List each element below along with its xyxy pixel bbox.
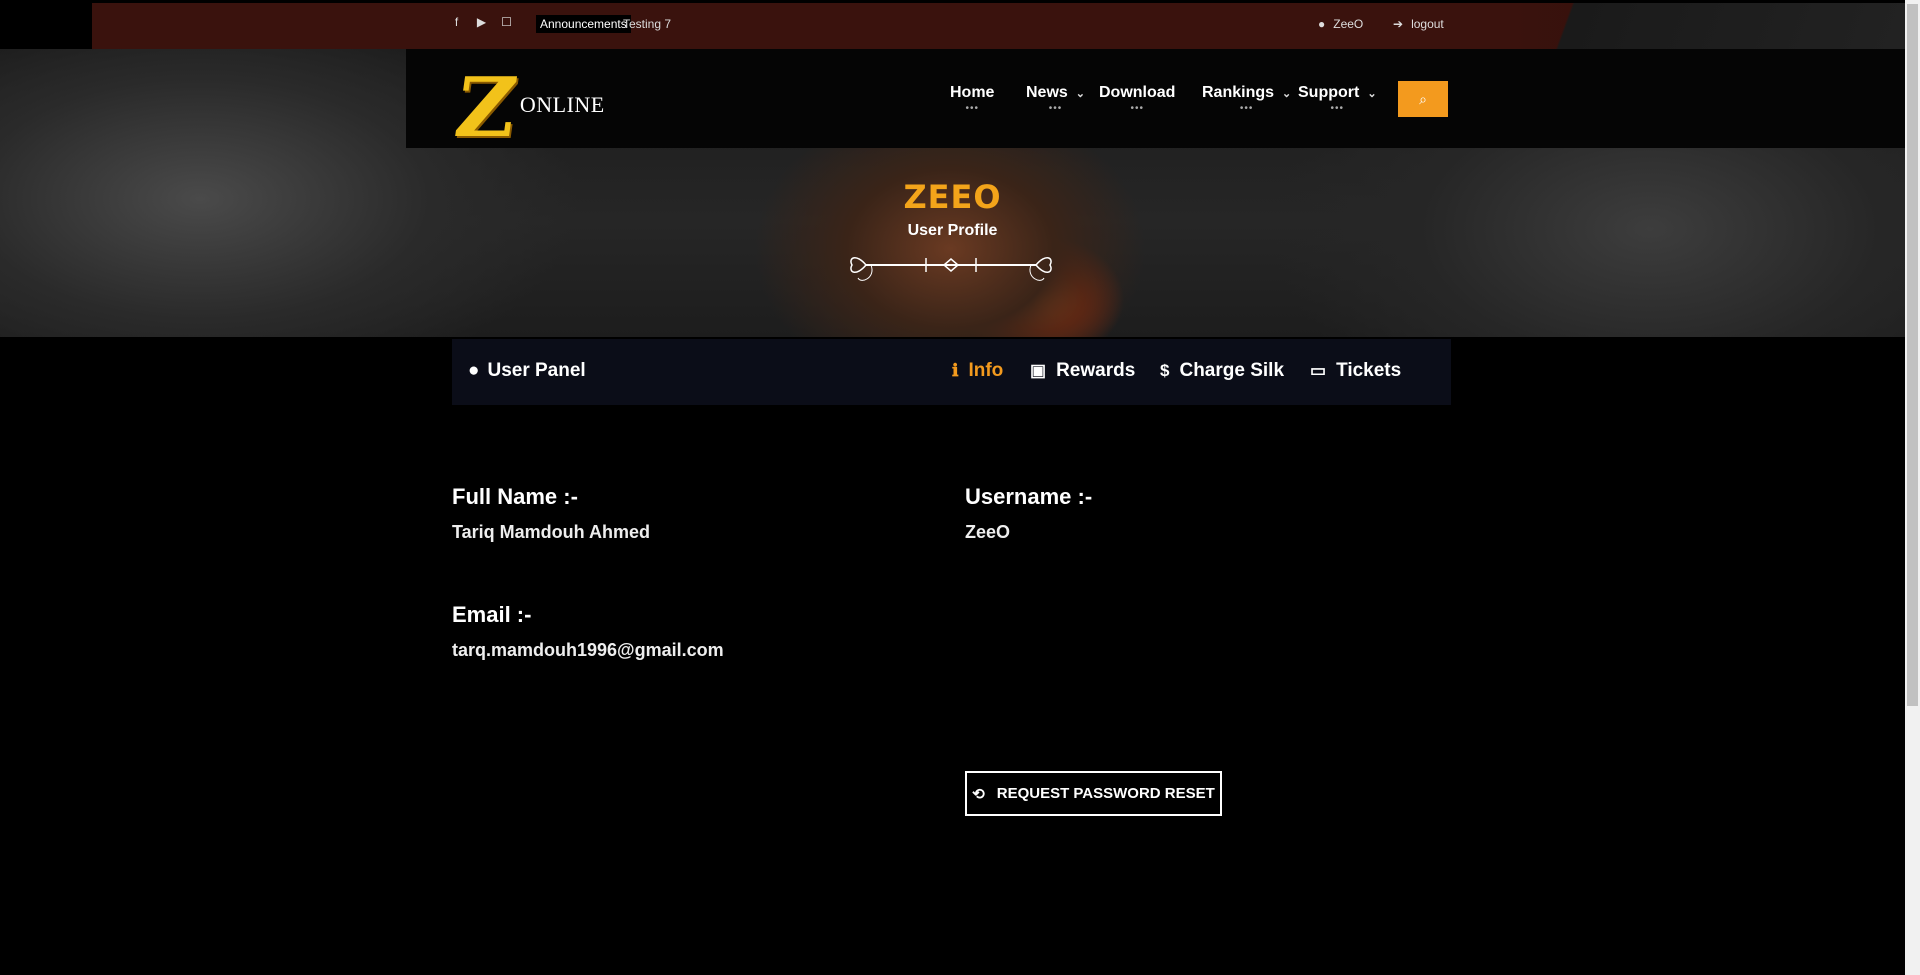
search-button[interactable]: ⌕	[1398, 81, 1448, 117]
social-links: f ▶ ☐	[450, 16, 513, 29]
info-icon: ℹ	[952, 361, 959, 380]
user-name: ZeeO	[1333, 17, 1364, 31]
tab-charge-silk-label: Charge Silk	[1179, 360, 1285, 381]
user-panel-title: ● User Panel	[468, 360, 586, 382]
announcements-tag: Announcements	[536, 15, 631, 33]
page-title: User Profile	[907, 222, 998, 239]
logo-text: ONLINE	[519, 92, 605, 117]
tab-rewards-label: Rewards	[1056, 360, 1136, 381]
username-label: Username :-	[965, 484, 1093, 509]
nav-download-label: Download	[1099, 84, 1176, 101]
request-password-reset-button[interactable]: ⟲ REQUEST PASSWORD RESET	[965, 771, 1222, 816]
nav-home[interactable]: Home •••	[950, 84, 994, 114]
email-label: Email :-	[452, 602, 532, 627]
tab-info[interactable]: ℹ Info	[952, 360, 1003, 382]
money-bag-icon: $	[1160, 361, 1170, 380]
email-value: tarq.mamdouh1996@gmail.com	[452, 640, 724, 660]
nav-rankings[interactable]: Rankings ⌄ •••	[1202, 84, 1291, 114]
nav-home-label: Home	[950, 84, 995, 101]
ticket-icon: ▭	[1310, 361, 1327, 380]
tab-rewards[interactable]: ▣ Rewards	[1030, 360, 1135, 382]
nav-support[interactable]: Support ⌄ •••	[1298, 84, 1377, 114]
sign-out-icon: ➔	[1393, 17, 1404, 31]
user-icon: ●	[468, 360, 480, 381]
youtube-icon[interactable]: ▶	[475, 16, 488, 29]
nav-news[interactable]: News ⌄ •••	[1026, 84, 1085, 114]
logout-link[interactable]: ➔ logout	[1393, 17, 1444, 31]
tab-charge-silk[interactable]: $ Charge Silk	[1160, 360, 1284, 382]
user-panel-label: User Panel	[487, 360, 586, 381]
top-bar	[92, 3, 1905, 49]
top-bar-fade	[1485, 3, 1905, 49]
scrollbar[interactable]	[1905, 0, 1920, 975]
nav-support-label: Support ⌄	[1298, 84, 1377, 101]
scrollbar-thumb[interactable]	[1907, 4, 1918, 706]
discord-icon[interactable]: ☐	[500, 16, 513, 29]
gift-icon: ▣	[1030, 361, 1047, 380]
username-value: ZeeO	[965, 522, 1011, 542]
logo-letter: Z	[449, 60, 523, 156]
chevron-down-icon: ⌄	[1075, 88, 1086, 100]
nav-dots: •••	[1048, 103, 1063, 114]
navbar-slant	[406, 49, 446, 148]
brand-title: ZEEO	[903, 178, 1002, 216]
chevron-down-icon: ⌄	[1367, 88, 1377, 100]
full-name-value: Tariq Mamdouh Ahmed	[452, 522, 650, 542]
facebook-icon[interactable]: f	[450, 16, 463, 29]
nav-dots: •••	[965, 103, 979, 114]
nav-news-label: News ⌄	[1026, 84, 1086, 101]
ornament-divider	[850, 257, 1052, 281]
logout-label: logout	[1411, 17, 1444, 31]
tab-tickets-label: Tickets	[1336, 360, 1402, 381]
tab-tickets[interactable]: ▭ Tickets	[1310, 360, 1401, 382]
user-icon: ●	[1318, 17, 1326, 31]
nav-rankings-label: Rankings ⌄	[1202, 84, 1292, 101]
chevron-down-icon: ⌄	[1282, 88, 1292, 100]
full-name-label: Full Name :-	[452, 484, 578, 509]
refresh-icon: ⟲	[972, 785, 985, 803]
user-link[interactable]: ● ZeeO	[1318, 17, 1363, 31]
announcement-text[interactable]: Testing 7	[623, 17, 671, 31]
tab-info-label: Info	[968, 360, 1004, 381]
nav-download[interactable]: Download •••	[1099, 84, 1175, 114]
reset-label: REQUEST PASSWORD RESET	[996, 785, 1215, 802]
nav-dots: •••	[1330, 103, 1345, 114]
nav-dots: •••	[1239, 103, 1254, 114]
site-logo[interactable]: Z ONLINE	[449, 60, 605, 156]
search-icon: ⌕	[1419, 90, 1427, 107]
nav-dots: •••	[1130, 103, 1144, 114]
